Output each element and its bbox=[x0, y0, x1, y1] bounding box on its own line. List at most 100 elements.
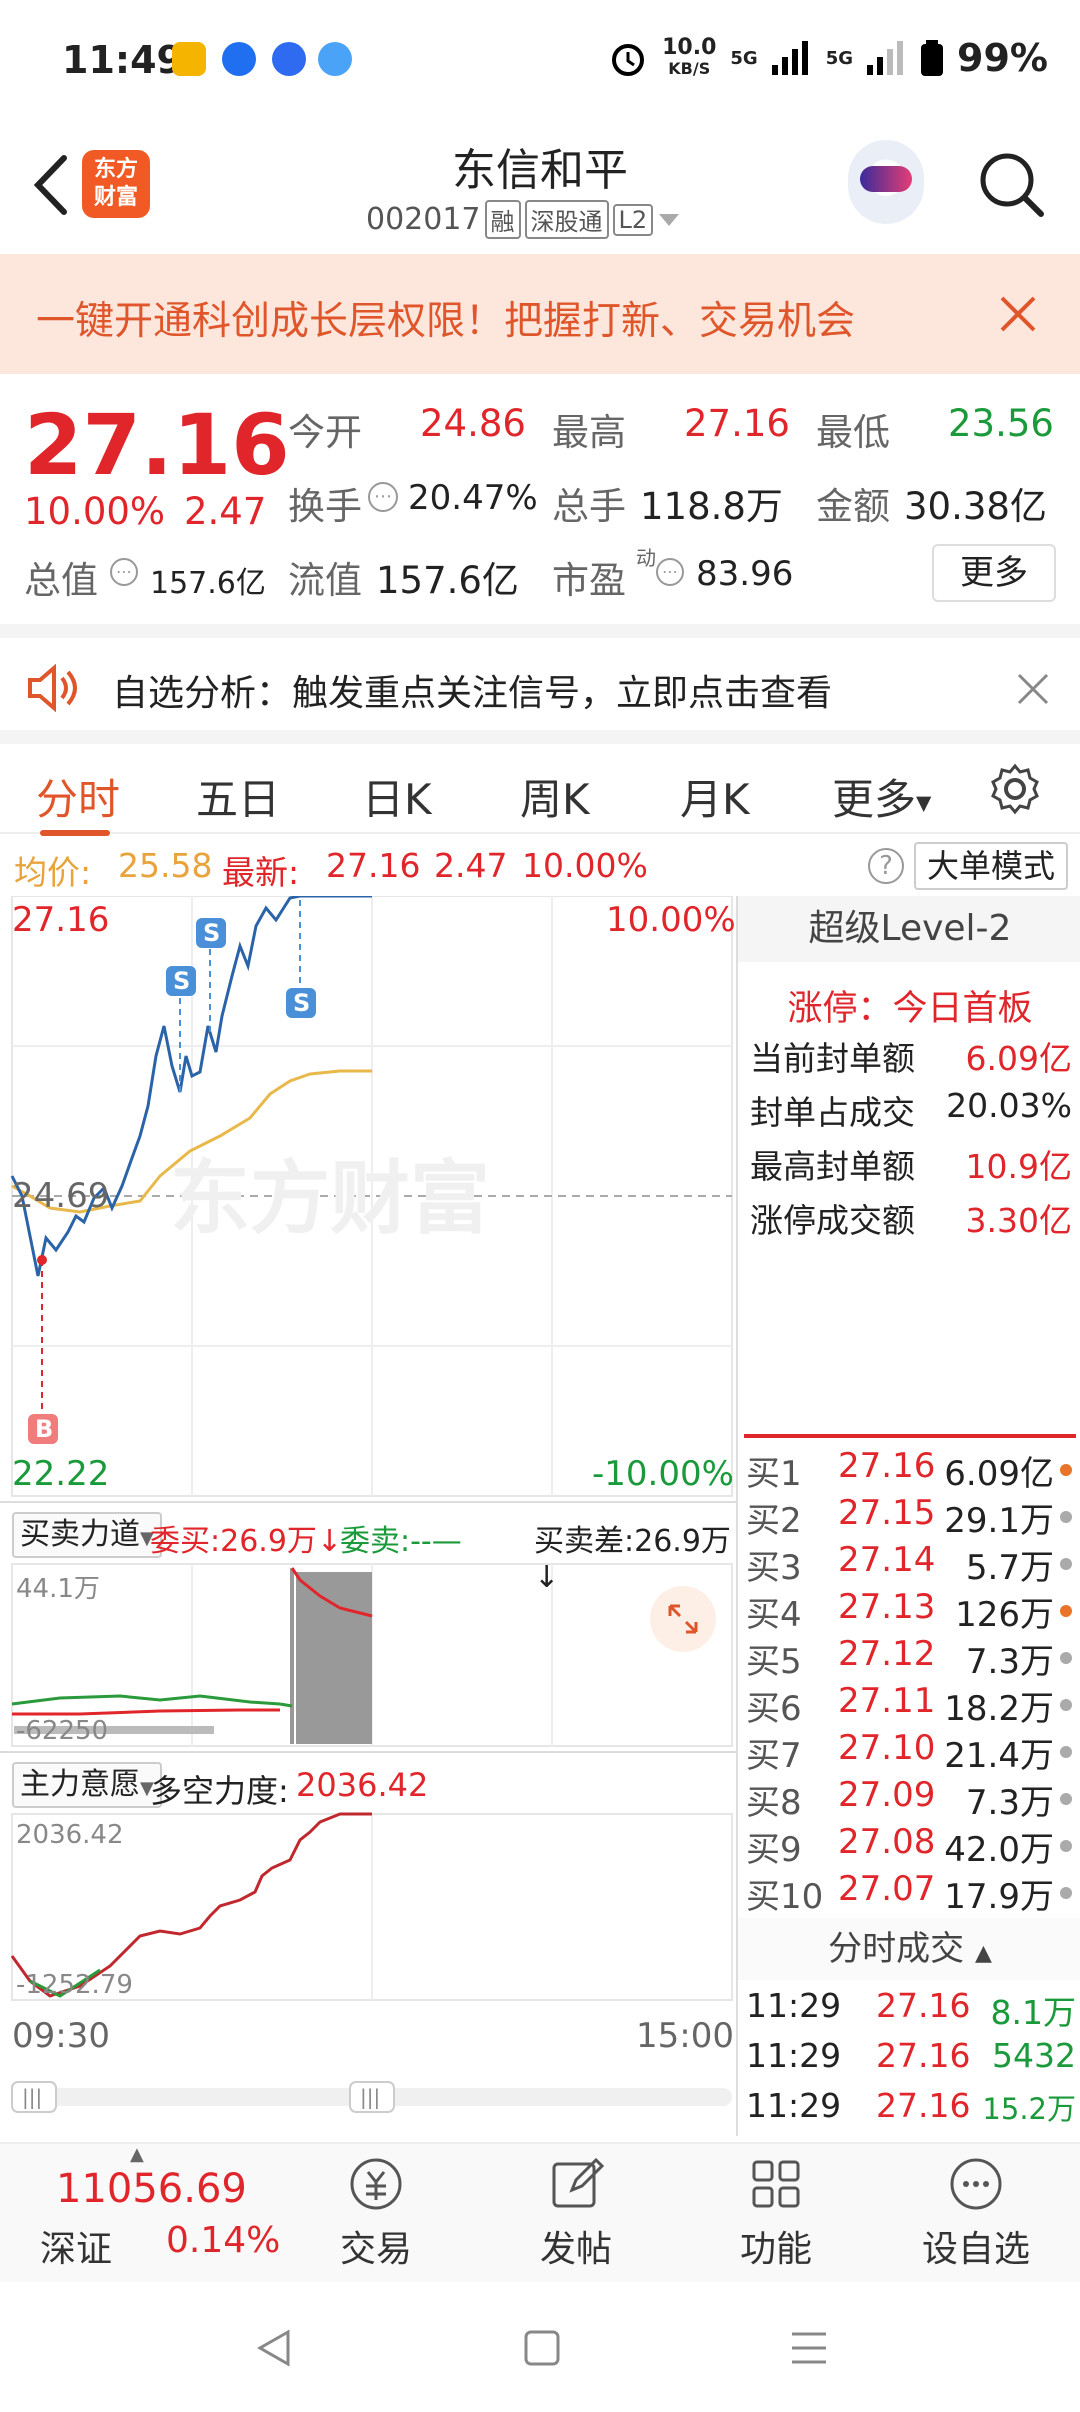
net-type-2: 5G bbox=[825, 47, 854, 69]
battery-level: 99% bbox=[957, 36, 1048, 80]
bid-price: 27.10 bbox=[838, 1728, 936, 1768]
bid-price: 27.07 bbox=[838, 1869, 936, 1909]
low-value: 23.56 bbox=[948, 402, 1054, 445]
bid-level: 买1 bbox=[746, 1454, 802, 1494]
bid-volume: 6.09亿 bbox=[944, 1454, 1054, 1494]
bid-dot bbox=[1060, 1793, 1072, 1805]
gear-icon[interactable] bbox=[988, 762, 1042, 816]
ask-total: 委卖:--— bbox=[340, 1524, 462, 1559]
bid-dot bbox=[1060, 1840, 1072, 1852]
svg-text:|||: ||| bbox=[360, 2085, 380, 2109]
flow-top-value: 44.1万 bbox=[16, 1574, 100, 1604]
svg-text:S: S bbox=[203, 919, 220, 947]
info-icon[interactable]: ⋯ bbox=[656, 558, 684, 586]
stock-code-line[interactable]: 002017 融 深股通 L2 bbox=[366, 200, 681, 239]
nav-trade-label: 交易 bbox=[339, 2229, 412, 2270]
amount-label: 金额 bbox=[816, 485, 890, 528]
turnover-label: 换手 bbox=[288, 485, 362, 528]
sell-marker[interactable]: S bbox=[196, 918, 226, 948]
bid-row[interactable]: 买7 27.10 21.4万 bbox=[746, 1728, 1076, 1776]
bid-row[interactable]: 买3 27.14 5.7万 bbox=[746, 1540, 1076, 1588]
flow-bottom-value: -62250 bbox=[16, 1716, 109, 1746]
menu-lines-icon[interactable] bbox=[788, 2328, 830, 2368]
info-icon[interactable]: ⋯ bbox=[110, 558, 138, 586]
max-seal-value: 10.9亿 bbox=[965, 1147, 1072, 1186]
nav-trade[interactable]: 交易 bbox=[276, 2154, 476, 2272]
level2-header[interactable]: 超级Level-2 bbox=[738, 896, 1080, 962]
clock: 11:49 bbox=[62, 38, 183, 82]
more-quote-button[interactable]: 更多 bbox=[932, 544, 1056, 602]
turnover-value: 20.47% bbox=[408, 478, 538, 518]
nav-watchlist[interactable]: 设自选 bbox=[876, 2154, 1076, 2272]
ask-total-label: 委卖: bbox=[340, 1524, 411, 1559]
sell-marker[interactable]: S bbox=[166, 966, 196, 996]
promo-banner[interactable]: 一键开通科创成长层权限！把握打新、交易机会 bbox=[0, 254, 1080, 374]
latest-value: 27.16 bbox=[326, 846, 421, 885]
dropdown-caret-icon: ▼ bbox=[916, 790, 932, 815]
help-icon[interactable]: ? bbox=[868, 848, 904, 884]
net-speed-unit: KB/S bbox=[668, 58, 711, 78]
bid-level: 买3 bbox=[746, 1548, 802, 1588]
bid-volume: 7.3万 bbox=[965, 1642, 1054, 1682]
bid-price: 27.09 bbox=[838, 1775, 936, 1815]
tab-weekly-k[interactable]: 周K bbox=[520, 766, 590, 827]
bid-row[interactable]: 买4 27.13 126万 bbox=[746, 1587, 1076, 1635]
sell-marker[interactable]: S bbox=[286, 988, 316, 1018]
home-square-icon[interactable] bbox=[522, 2328, 562, 2368]
avg-value: 25.58 bbox=[118, 846, 213, 885]
mktcap-value: 157.6亿 bbox=[150, 566, 266, 601]
baidu-icon bbox=[272, 42, 306, 76]
seal-ratio-label: 封单占成交 bbox=[750, 1093, 915, 1132]
index-pct: 0.14% bbox=[166, 2220, 281, 2261]
watermark: 东方财富 bbox=[170, 1152, 490, 1245]
ticks-header[interactable]: 分时成交 ▲ bbox=[738, 1918, 1080, 1980]
open-label: 今开 bbox=[288, 411, 362, 454]
svg-text:S: S bbox=[293, 989, 310, 1017]
force-label: 多空力度: bbox=[150, 1772, 289, 1810]
tab-five-day[interactable]: 五日 bbox=[196, 766, 280, 827]
bid-ask-diff: 买卖差:26.9万↓ bbox=[534, 1524, 731, 1595]
tab-intraday[interactable]: 分时 bbox=[36, 766, 120, 827]
ai-assistant-icon[interactable] bbox=[848, 140, 924, 224]
nav-functions[interactable]: 功能 bbox=[676, 2154, 876, 2272]
grid-icon bbox=[752, 2160, 800, 2208]
info-icon[interactable]: ⋯ bbox=[368, 482, 398, 512]
back-triangle-icon[interactable] bbox=[252, 2326, 296, 2370]
force-top-value: 2036.42 bbox=[16, 1820, 124, 1850]
edit-icon bbox=[552, 2157, 605, 2208]
nav-post-label: 发帖 bbox=[539, 2229, 612, 2270]
svg-text:S: S bbox=[173, 967, 190, 995]
bid-row[interactable]: 买10 27.07 17.9万 bbox=[746, 1869, 1076, 1916]
bid-row[interactable]: 买2 27.15 29.1万 bbox=[746, 1493, 1076, 1541]
app-notification-icon bbox=[172, 42, 206, 76]
bid-row[interactable]: 买5 27.12 7.3万 bbox=[746, 1634, 1076, 1682]
bid-row[interactable]: 买8 27.09 7.3万 bbox=[746, 1775, 1076, 1823]
bid-price: 27.08 bbox=[838, 1822, 936, 1862]
big-order-mode-button[interactable]: 大单模式 bbox=[914, 842, 1068, 890]
bid-ask-diff-label: 买卖差: bbox=[534, 1524, 635, 1559]
index-ticker[interactable]: ▲ 11056.69 深证 0.14% bbox=[0, 2144, 290, 2284]
close-icon[interactable] bbox=[1016, 672, 1050, 706]
level2-tag: L2 bbox=[612, 203, 654, 236]
net-speed: 10.0 KB/S bbox=[662, 36, 716, 79]
bid-row[interactable]: 买1 27.16 6.09亿 bbox=[746, 1446, 1076, 1494]
expand-icon[interactable] bbox=[650, 1586, 716, 1652]
close-icon[interactable] bbox=[996, 292, 1040, 336]
main-indicator-selector[interactable]: 主力意愿▼ bbox=[12, 1762, 162, 1808]
tab-more[interactable]: 更多▼ bbox=[832, 766, 931, 827]
search-icon[interactable] bbox=[975, 148, 1047, 220]
quote-panel: 27.16 10.00% 2.47 今开 24.86 最高 27.16 最低 2… bbox=[0, 374, 1080, 624]
tab-monthly-k[interactable]: 月K bbox=[680, 766, 750, 827]
svg-text:|||: ||| bbox=[22, 2085, 42, 2109]
bid-row[interactable]: 买9 27.08 42.0万 bbox=[746, 1822, 1076, 1870]
limit-turnover-label: 涨停成交额 bbox=[750, 1201, 915, 1240]
flow-indicator-selector[interactable]: 买卖力道▼ bbox=[12, 1512, 162, 1558]
bid-price: 27.13 bbox=[838, 1587, 936, 1627]
buy-marker[interactable]: B bbox=[28, 1414, 58, 1444]
tab-daily-k[interactable]: 日K bbox=[362, 766, 432, 827]
signal-alert-bar[interactable]: 自选分析：触发重点关注信号，立即点击查看 bbox=[0, 624, 1080, 730]
bid-row[interactable]: 买6 27.11 18.2万 bbox=[746, 1681, 1076, 1729]
float-value: 157.6亿 bbox=[376, 559, 519, 602]
bid-volume: 126万 bbox=[955, 1595, 1054, 1635]
nav-post[interactable]: 发帖 bbox=[476, 2154, 676, 2272]
